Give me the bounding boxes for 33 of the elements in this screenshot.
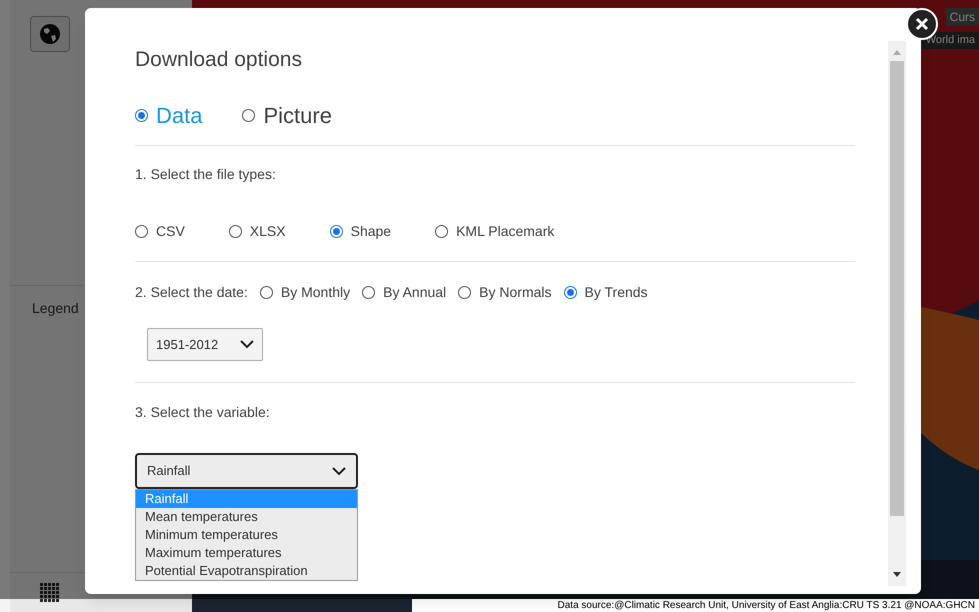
variable-select[interactable]: Rainfall [135,453,358,489]
radio-option[interactable]: Shape [330,220,392,242]
dropdown-option[interactable]: Potential Evapotranspiration [136,562,357,580]
scroll-thumb[interactable] [890,61,904,516]
dropdown-option[interactable]: Minimum temperatures [136,526,357,544]
radio-option[interactable]: By Annual [362,282,446,302]
period-select[interactable]: 1951-2012 [147,328,263,361]
radio-option[interactable]: By Trends [564,282,648,302]
dropdown-option[interactable]: Maximum temperatures [136,544,357,562]
radio-option[interactable]: By Monthly [260,282,350,302]
radio-option[interactable]: KML Placemark [435,220,554,242]
radio-option[interactable]: Picture [242,98,332,132]
chevron-down-icon [332,466,346,476]
dropdown-option[interactable]: Mean temperatures [136,508,357,526]
grid-icon[interactable] [40,582,60,602]
variable-value: Rainfall [147,462,190,480]
globe-button[interactable] [30,16,70,52]
close-icon [915,17,929,31]
globe-icon [38,22,62,46]
step-label: 2. Select the date: [135,282,248,302]
radio-option[interactable]: By Normals [458,282,552,302]
radio-option[interactable]: CSV [135,220,185,242]
scrollbar[interactable] [888,41,906,586]
period-value: 1951-2012 [156,336,218,354]
radio-option[interactable]: XLSX [228,220,286,242]
step-label: 1. Select the file types: [135,165,277,184]
legend-tab[interactable]: Legend [32,298,79,318]
data-source-text: Data source:@Climatic Research Unit, University of East Anglia:CRU TS 3.21 @NOAA:GHCN [558,600,975,612]
map-button[interactable]: Curs [946,8,979,26]
scroll-down-icon[interactable] [893,572,901,578]
dialog-title: Download options [135,47,303,72]
step-label: 3. Select the variable: [135,403,271,422]
chevron-down-icon [240,340,254,349]
